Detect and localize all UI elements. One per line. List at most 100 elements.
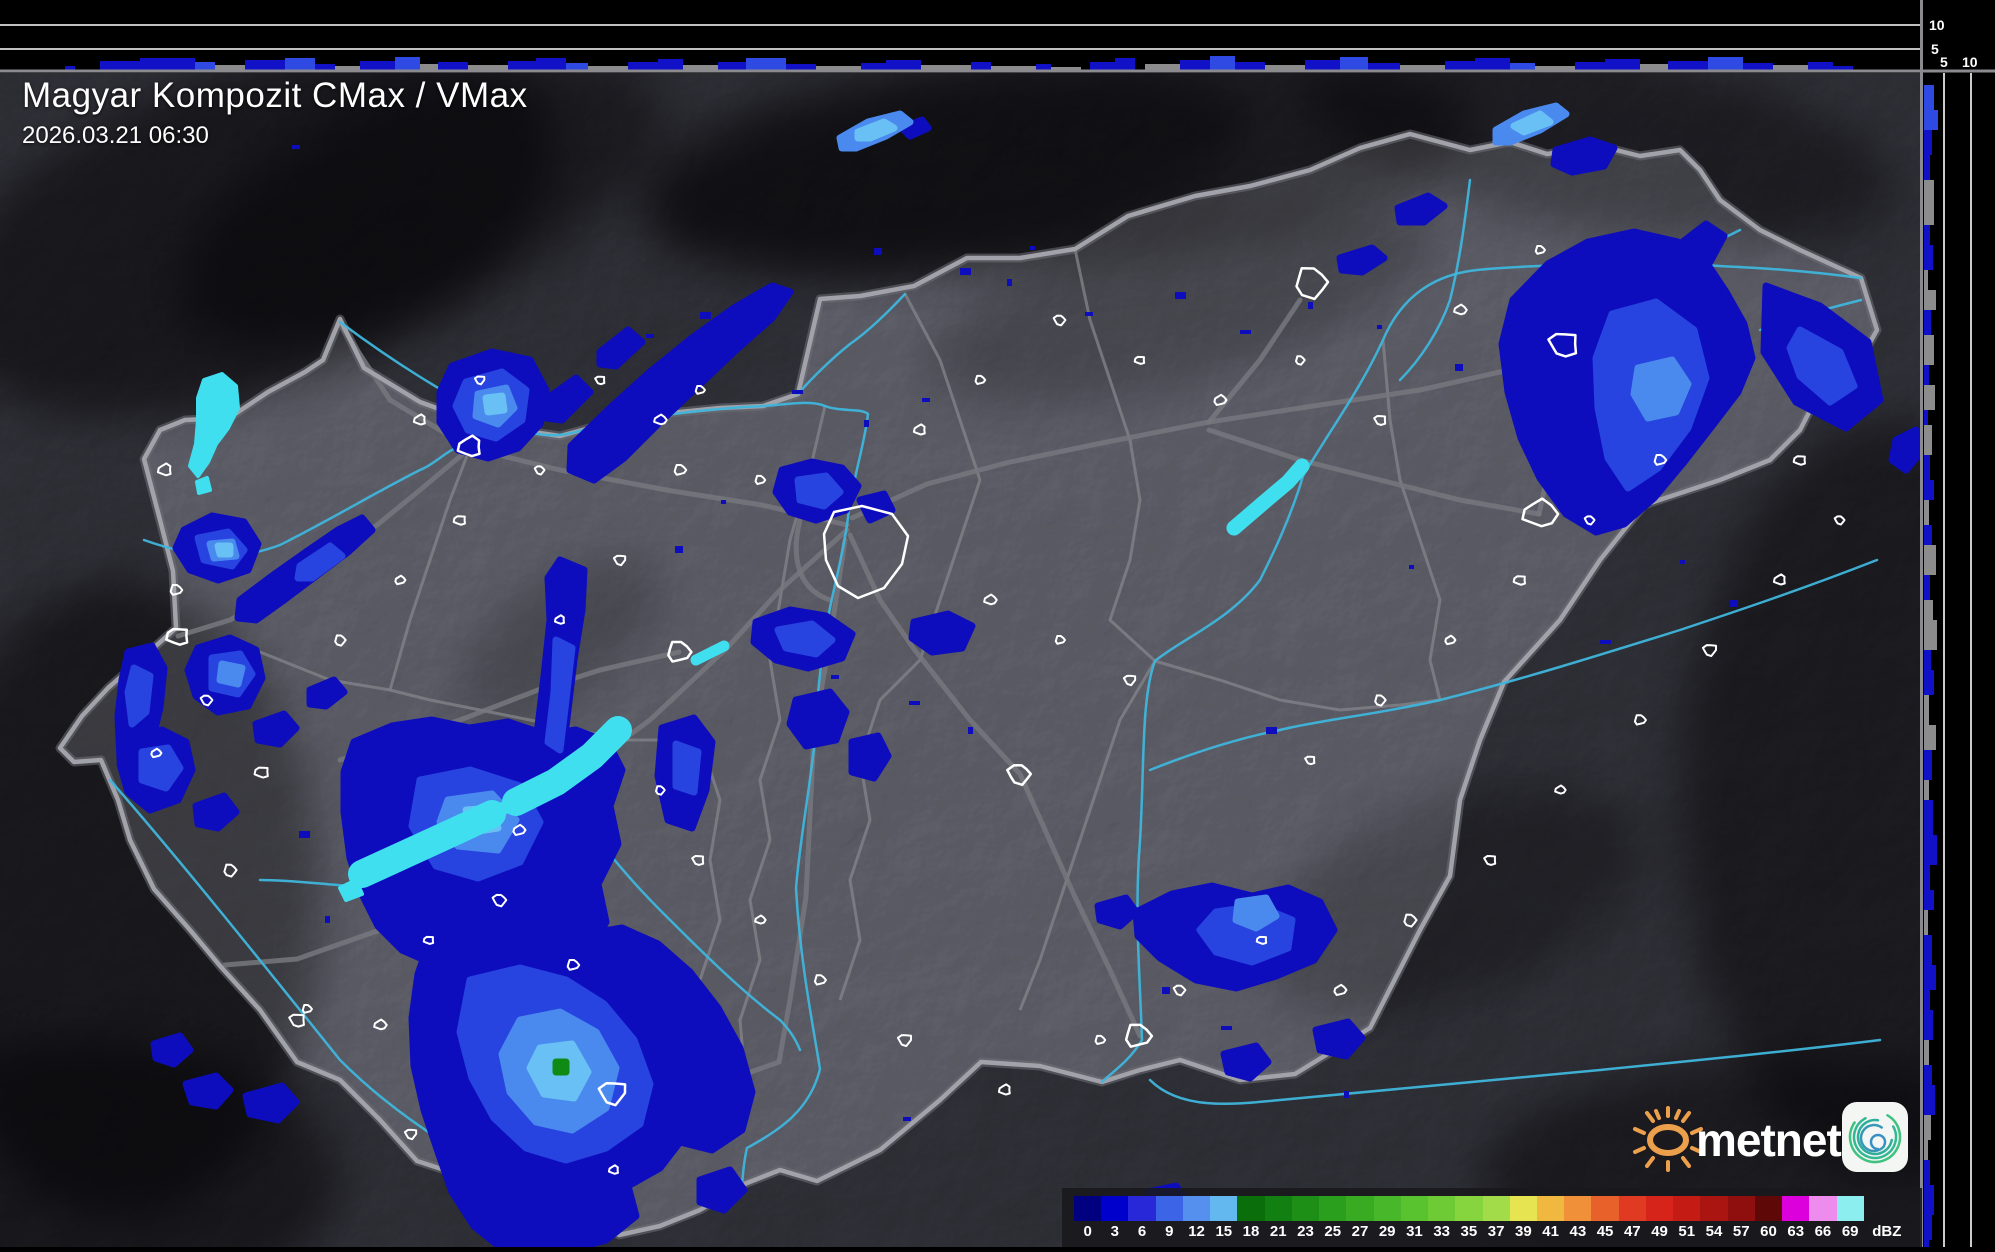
dbz-tick-label: 25 [1324, 1223, 1342, 1240]
precipitation-dot [721, 500, 726, 504]
top-profile-bar [566, 63, 588, 70]
axis-tick-label: 5 [1931, 41, 1939, 57]
radar-map [0, 37, 1995, 1252]
precipitation-dot [429, 753, 437, 760]
precipitation-dot [675, 546, 683, 553]
dbz-swatch [1836, 1196, 1864, 1221]
precipitation-dot [1680, 560, 1685, 564]
vertical-profile-top-panel: 10 5 5 10 [0, 0, 1995, 73]
dbz-tick-label: 43 [1569, 1223, 1587, 1240]
right-profile-bar [1924, 1040, 1929, 1065]
right-profile-bar [1924, 335, 1934, 365]
dbz-unit-label: dBZ [1872, 1223, 1902, 1240]
right-profile-bar [1924, 85, 1934, 110]
sun-icon [1633, 1106, 1703, 1172]
metnet-app-icon [1842, 1102, 1908, 1172]
right-profile-bar [1924, 290, 1936, 310]
dbz-color-scale: 0 3 6 9 12 15 18 21 23 25 27 29 31 33 35 37 39 41 43 45 47 49… [1062, 1188, 1922, 1247]
precipitation-dot [299, 831, 310, 838]
dbz-tick-label: 21 [1269, 1223, 1287, 1240]
top-profile-bar [360, 61, 395, 70]
precipitation-cell [672, 740, 702, 796]
top-profile-bar [588, 66, 628, 70]
top-profile-bar [1115, 58, 1135, 70]
right-profile-bar [1924, 1065, 1932, 1085]
top-profile-bar [1605, 59, 1640, 70]
dbz-swatch [1101, 1196, 1129, 1221]
top-profile-bar [628, 62, 658, 70]
right-profile-bar [1924, 1240, 1929, 1247]
top-profile-bar [861, 63, 886, 70]
dbz-swatch [1074, 1196, 1102, 1221]
precipitation-dot [874, 248, 882, 255]
precipitation-dot [1240, 330, 1251, 334]
color-scale-swatches [1074, 1196, 1910, 1221]
precipitation-dot [968, 727, 973, 734]
right-profile-bar [1924, 800, 1933, 835]
dbz-tick-label: 66 [1814, 1223, 1832, 1240]
dbz-swatch [1618, 1196, 1646, 1221]
metnet-wordmark: metnet [1696, 1114, 1841, 1166]
precipitation-cell [124, 664, 154, 728]
precipitation-dot [1175, 292, 1186, 299]
precipitation-cell [214, 542, 234, 558]
precipitation-dot [792, 390, 803, 394]
dbz-tick-label: 3 [1110, 1223, 1120, 1240]
right-profile-bar [1924, 365, 1929, 385]
precipitation-dot [1221, 1026, 1232, 1030]
metnet-logo-canvas: metnet [1633, 1102, 1908, 1172]
precipitation-dot [1409, 565, 1414, 569]
right-profile-bar [1924, 270, 1928, 290]
precipitation-dot [1377, 325, 1382, 329]
top-profile-bar [438, 62, 468, 70]
dbz-swatch [1319, 1196, 1347, 1221]
top-profile-bar [1145, 64, 1180, 70]
right-profile-bar [1924, 835, 1937, 865]
dbz-swatch [1727, 1196, 1755, 1221]
top-profile-bar [1090, 62, 1115, 70]
right-profile-bar [1924, 525, 1932, 545]
precipitation-dot [700, 312, 711, 319]
dbz-tick-label: 63 [1787, 1223, 1805, 1240]
dbz-tick-label: 39 [1515, 1223, 1532, 1240]
right-profile-bar [1924, 990, 1930, 1010]
right-profile-bar [1924, 455, 1930, 480]
right-profile-bar [1924, 965, 1936, 990]
precipitation-dot [864, 420, 869, 427]
precipitation-cell [794, 472, 844, 510]
top-profile-bar [886, 60, 921, 70]
dbz-tick-label: 54 [1705, 1223, 1723, 1240]
dbz-tick-label: 0 [1083, 1223, 1092, 1240]
top-profile-bar [746, 58, 786, 70]
precipitation-dot [1162, 987, 1170, 994]
dbz-tick-label: 45 [1596, 1223, 1614, 1240]
precipitation-dot [1730, 600, 1738, 607]
precipitation-dot [1600, 640, 1611, 644]
right-profile-bar [1924, 150, 1930, 180]
top-profile-bar [658, 59, 683, 70]
dbz-swatch [1182, 1196, 1211, 1221]
precipitation-dot [903, 1117, 911, 1121]
precipitation-dot [831, 675, 839, 679]
dbz-swatch [1645, 1196, 1674, 1221]
title-block: Magyar Kompozit CMax / VMax 2026.03.21 0… [22, 76, 528, 150]
dbz-swatch [1155, 1196, 1183, 1221]
top-profile-bar [1340, 57, 1368, 70]
right-profile-bar [1924, 750, 1932, 780]
top-profile-bar [971, 62, 991, 70]
precipitation-dot [364, 792, 369, 796]
right-profile-bar [1924, 1085, 1935, 1115]
precipitation-dot [1266, 727, 1277, 734]
dbz-tick-label: 18 [1242, 1223, 1260, 1240]
precipitation-dot [922, 398, 930, 402]
dbz-tick-label: 15 [1215, 1223, 1233, 1240]
right-profile-bar [1924, 670, 1934, 695]
precipitation-dot [1030, 246, 1035, 250]
right-profile-bar [1924, 910, 1928, 935]
page-title: Magyar Kompozit CMax / VMax [22, 76, 528, 115]
dbz-tick-label: 29 [1378, 1223, 1396, 1240]
top-profile-bar [195, 62, 215, 70]
right-profile-bar [1924, 865, 1930, 890]
dbz-swatch [1673, 1196, 1701, 1221]
dbz-tick-label: 27 [1351, 1223, 1369, 1240]
